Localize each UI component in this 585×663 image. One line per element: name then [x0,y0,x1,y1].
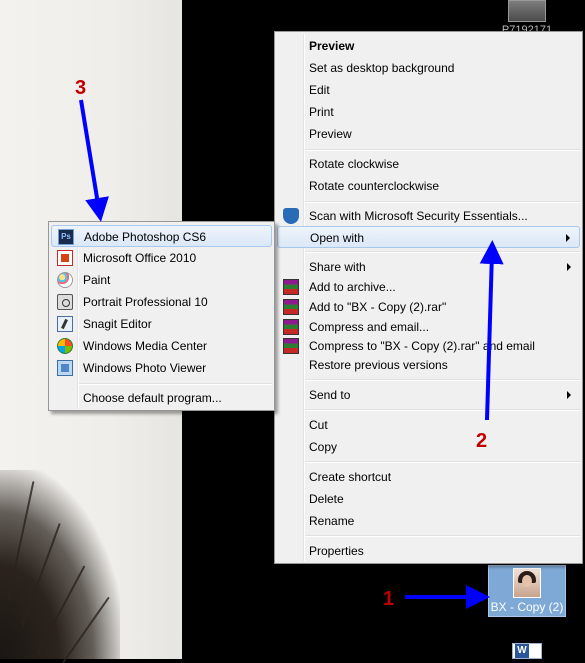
arrow-step-2 [479,240,504,421]
annotation-arrows [79,99,504,609]
arrow-step-3 [79,99,109,222]
annotation-number-2: 2 [476,430,488,452]
annotation-number-1: 1 [383,588,395,610]
annotation-number-3: 3 [75,77,87,99]
